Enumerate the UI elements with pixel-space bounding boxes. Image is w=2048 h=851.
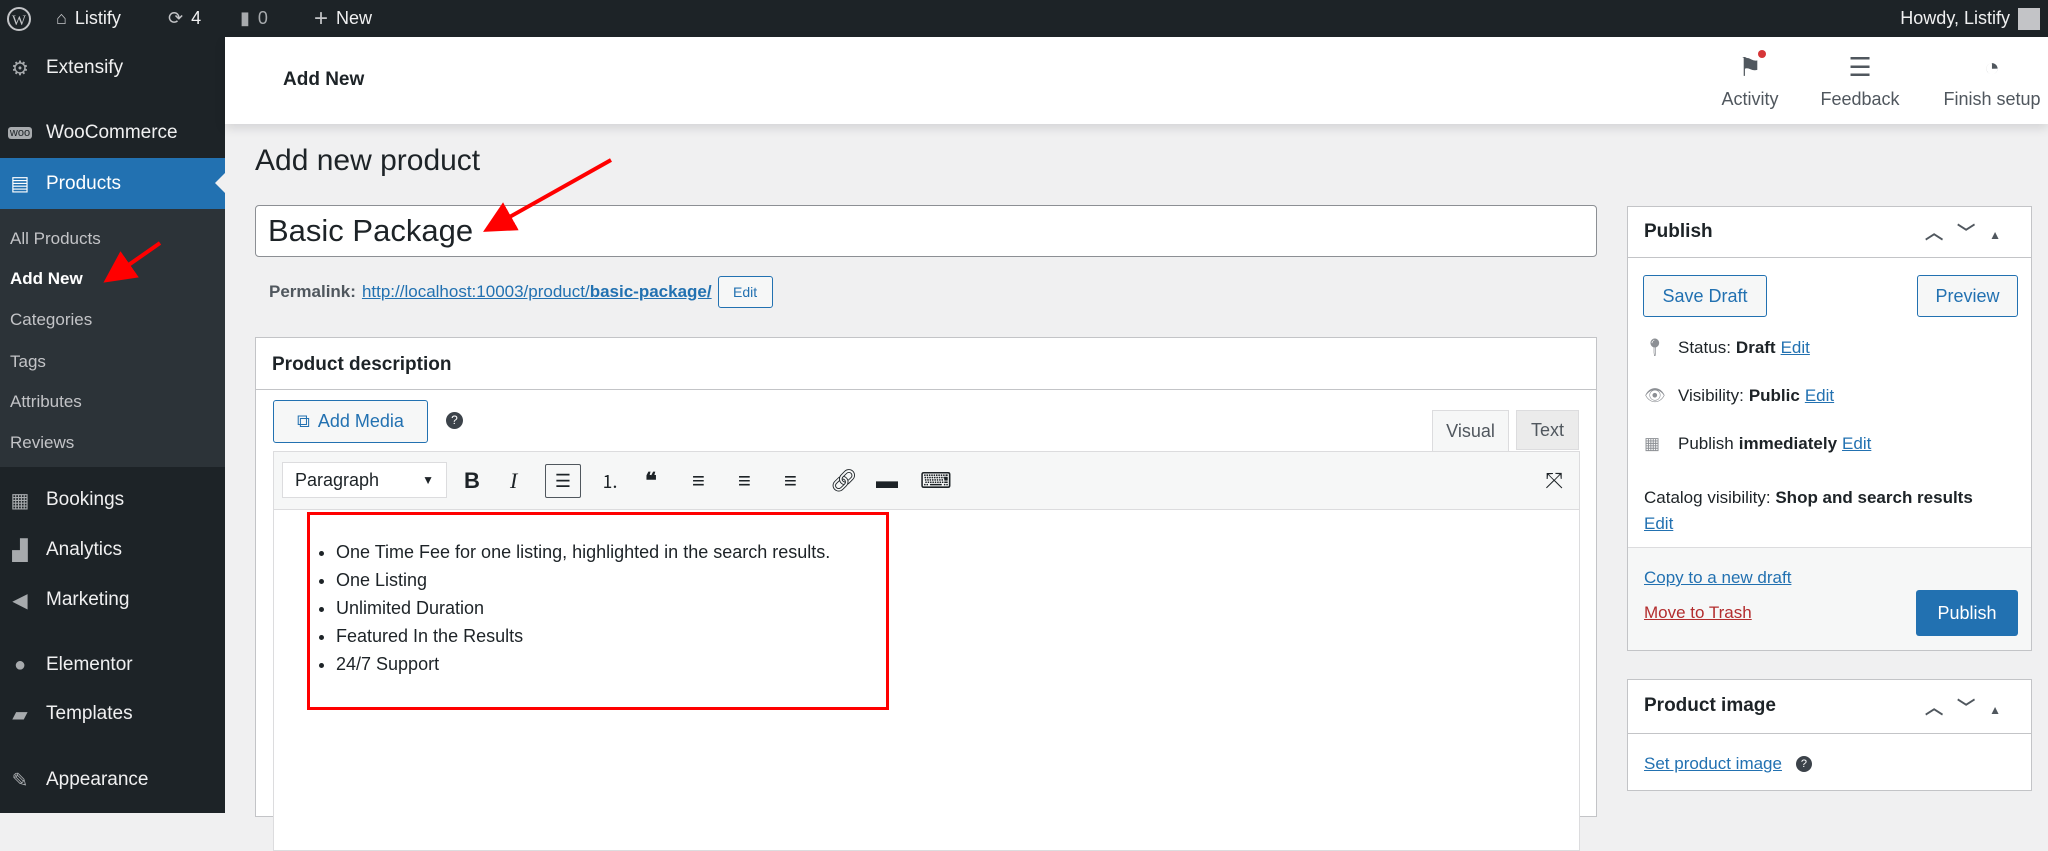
annotation-arrows [103, 158, 612, 283]
annotation-arrow [483, 158, 612, 232]
annotation-arrow [103, 241, 162, 283]
